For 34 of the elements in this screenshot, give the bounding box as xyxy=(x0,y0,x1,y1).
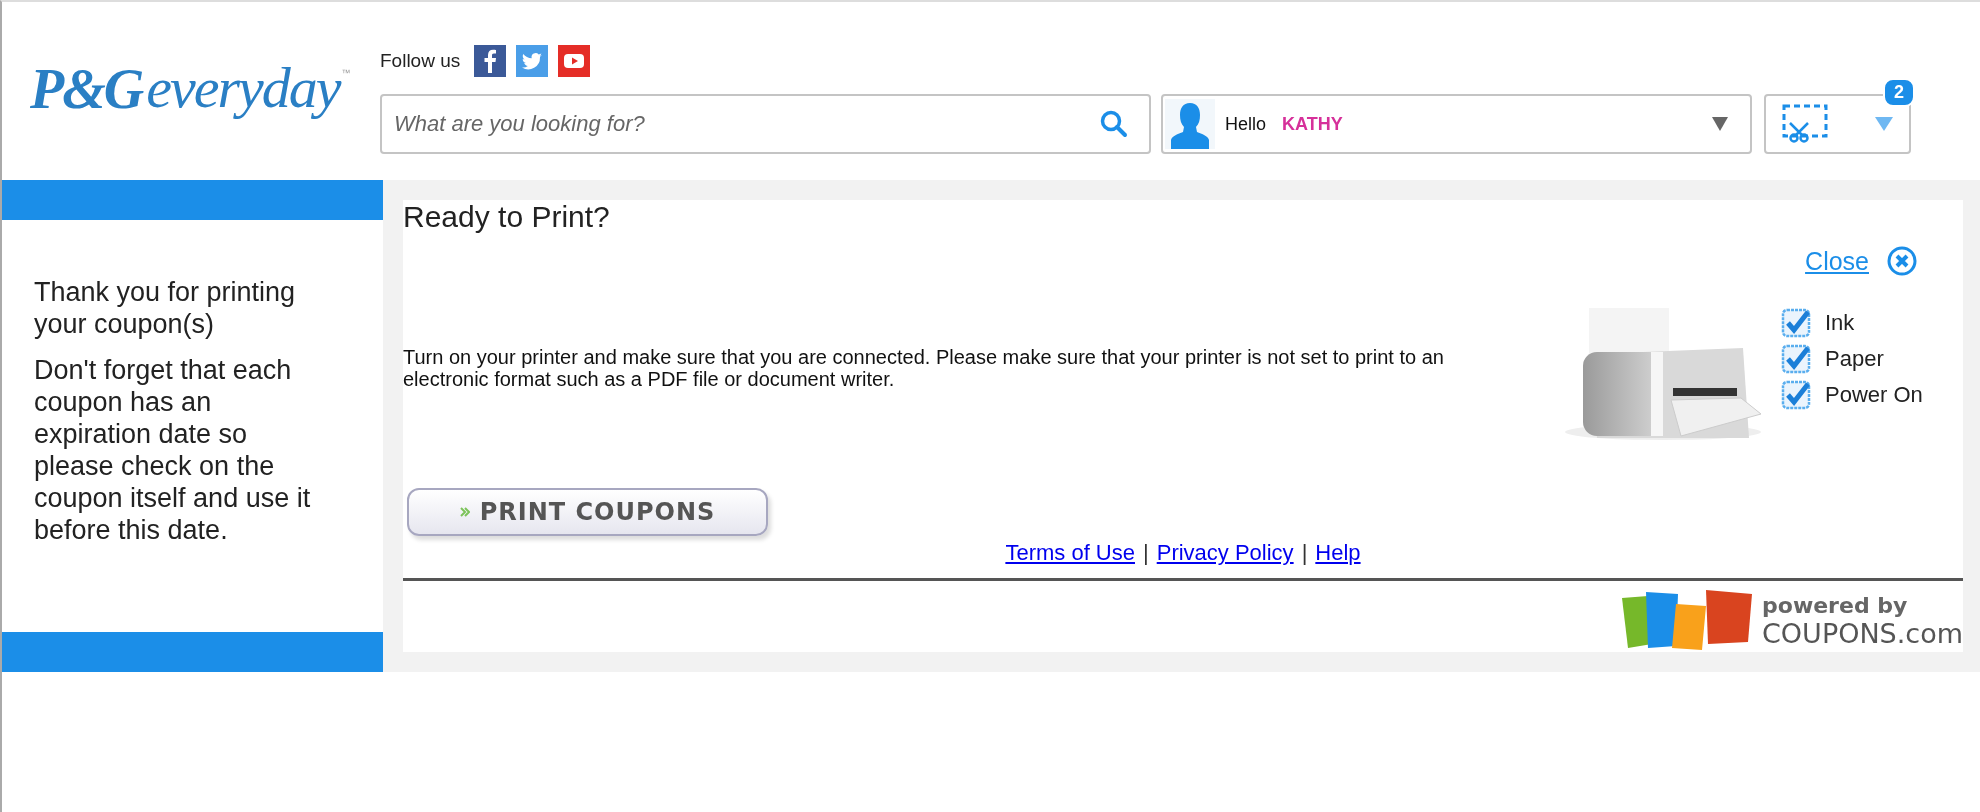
print-coupons-button[interactable]: PRINT COUPONS xyxy=(407,488,768,536)
brand-logo[interactable]: P&Geveryday™ xyxy=(30,54,351,121)
caret-icon xyxy=(1875,117,1893,131)
coupons-brand-name: COUPONS.com xyxy=(1762,618,1963,649)
instructions-text: Turn on your printer and make sure that you are connected. Please make sure that your printer is not set to print to an electronic format such as a PDF file or document writer. xyxy=(403,346,1445,390)
play-icon[interactable] xyxy=(558,45,591,77)
checklist-label: Paper xyxy=(1825,346,1884,372)
search-icon[interactable] xyxy=(1099,109,1129,139)
checkbox[interactable] xyxy=(1781,308,1811,338)
dialog-title: Ready to Print? xyxy=(403,200,610,234)
checkbox[interactable] xyxy=(1781,344,1811,374)
scissors-icon xyxy=(1782,104,1828,144)
search-field[interactable]: What are you looking for? xyxy=(380,94,1151,154)
coupons-logo-icon xyxy=(1622,590,1754,652)
twitter-icon[interactable] xyxy=(516,45,549,77)
facebook-icon[interactable] xyxy=(474,45,507,77)
thank-you-message: Don't forget that each coupon has an expiration date so please check on the coupon itself and use it before this date. xyxy=(34,354,312,546)
footer-link[interactable]: Terms of Use xyxy=(1005,540,1135,566)
follow-label: Follow us xyxy=(380,50,461,72)
footer-link[interactable]: Help xyxy=(1315,540,1361,566)
powered-by-label: powered by xyxy=(1762,593,1909,618)
count-badge: 2 xyxy=(1883,78,1915,107)
account-dropdown[interactable]: Hello KATHY xyxy=(1161,94,1752,154)
checklist-label: Power On xyxy=(1825,382,1923,408)
close-icon[interactable] xyxy=(1887,246,1917,276)
avatar-icon xyxy=(1165,99,1215,149)
chevron-icon xyxy=(459,506,470,518)
caret-icon xyxy=(1712,117,1728,131)
thank-you-message: Thank you for printing your coupon(s) xyxy=(34,276,297,340)
link-separator: | xyxy=(1301,540,1308,566)
link-separator: | xyxy=(1143,540,1149,566)
checkbox[interactable] xyxy=(1781,380,1811,410)
footer-link[interactable]: Privacy Policy xyxy=(1156,540,1294,566)
checklist-label: Ink xyxy=(1825,310,1855,336)
